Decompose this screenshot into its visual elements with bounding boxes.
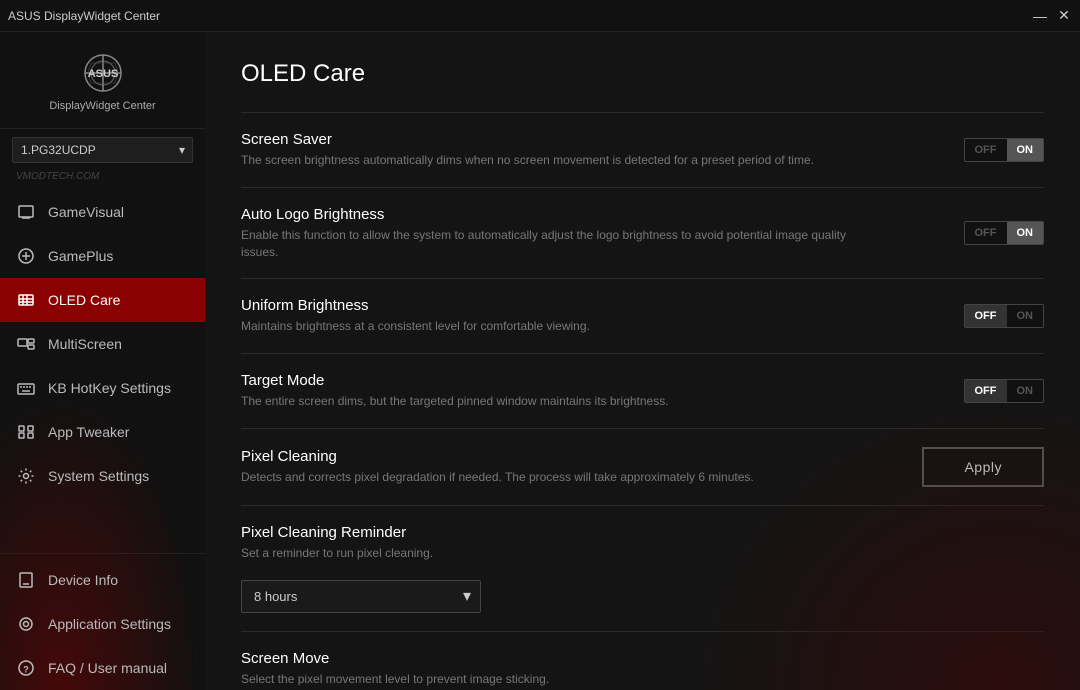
auto-logo-off[interactable]: OFF xyxy=(965,222,1007,244)
gameplus-icon xyxy=(16,246,36,266)
asus-logo: ASUS xyxy=(63,48,143,98)
auto-logo-toggle[interactable]: OFF ON xyxy=(964,221,1045,245)
screen-saver-toggle[interactable]: OFF ON xyxy=(964,138,1045,162)
nav-items: GameVisual GamePlus xyxy=(0,190,205,549)
pixel-cleaning-row: Pixel Cleaning Detects and corrects pixe… xyxy=(241,428,1044,505)
close-button[interactable]: ✕ xyxy=(1056,8,1072,24)
titlebar: ASUS DisplayWidget Center — ✕ xyxy=(0,0,1080,32)
auto-logo-label: Auto Logo Brightness xyxy=(241,206,883,223)
sidebar-label-oledcare: OLED Care xyxy=(48,292,120,308)
sidebar-label-systemsettings: System Settings xyxy=(48,468,149,484)
target-mode-on[interactable]: ON xyxy=(1007,380,1044,402)
screen-saver-label: Screen Saver xyxy=(241,131,883,148)
pixel-cleaning-desc: Detects and corrects pixel degradation i… xyxy=(241,469,883,486)
uniform-brightness-off[interactable]: OFF xyxy=(965,305,1007,327)
multiscreen-icon xyxy=(16,334,36,354)
auto-logo-info: Auto Logo Brightness Enable this functio… xyxy=(241,206,883,261)
oledcare-icon xyxy=(16,290,36,310)
apptweaker-icon xyxy=(16,422,36,442)
sidebar-item-oledcare[interactable]: OLED Care xyxy=(0,278,205,322)
sidebar-item-gameplus[interactable]: GamePlus xyxy=(0,234,205,278)
svg-text:?: ? xyxy=(23,665,29,675)
screen-saver-row: Screen Saver The screen brightness autom… xyxy=(241,112,1044,187)
faq-icon: ? xyxy=(16,658,36,678)
pixel-cleaning-reminder-dropdown-wrap[interactable]: 8 hours 4 hours 12 hours 24 hours Off xyxy=(241,580,481,613)
app-body: ASUS DisplayWidget Center 1.PG32UCDP VMO… xyxy=(0,32,1080,690)
sidebar-label-multiscreen: MultiScreen xyxy=(48,336,122,352)
pixel-cleaning-label: Pixel Cleaning xyxy=(241,448,883,465)
pixel-cleaning-reminder-label: Pixel Cleaning Reminder xyxy=(241,524,1044,541)
sidebar-item-appsettings[interactable]: Application Settings xyxy=(0,602,205,646)
sidebar-item-multiscreen[interactable]: MultiScreen xyxy=(0,322,205,366)
pixel-cleaning-reminder-select[interactable]: 8 hours 4 hours 12 hours 24 hours Off xyxy=(241,580,481,613)
screen-saver-info: Screen Saver The screen brightness autom… xyxy=(241,131,883,169)
pixel-cleaning-reminder-desc: Set a reminder to run pixel cleaning. xyxy=(241,545,1044,562)
screen-move-desc: Select the pixel movement level to preve… xyxy=(241,671,1044,688)
target-mode-label: Target Mode xyxy=(241,372,883,389)
appsettings-icon xyxy=(16,614,36,634)
auto-logo-on[interactable]: ON xyxy=(1007,222,1044,244)
sidebar-label-deviceinfo: Device Info xyxy=(48,572,118,588)
window-controls: — ✕ xyxy=(1032,8,1072,24)
sidebar-label-appsettings: Application Settings xyxy=(48,616,171,632)
uniform-brightness-label: Uniform Brightness xyxy=(241,297,883,314)
auto-logo-row: Auto Logo Brightness Enable this functio… xyxy=(241,187,1044,279)
screen-saver-desc: The screen brightness automatically dims… xyxy=(241,152,883,169)
sidebar-label-kbhotkey: KB HotKey Settings xyxy=(48,380,171,396)
sidebar-bottom: Device Info Application Settings ? xyxy=(0,558,205,690)
auto-logo-desc: Enable this function to allow the system… xyxy=(241,227,883,261)
sidebar-label-faq: FAQ / User manual xyxy=(48,660,167,676)
device-icon xyxy=(16,570,36,590)
sidebar-item-gamevisual[interactable]: GameVisual xyxy=(0,190,205,234)
sidebar-label-gamevisual: GameVisual xyxy=(48,204,124,220)
screen-move-label: Screen Move xyxy=(241,650,1044,667)
sidebar-label-apptweaker: App Tweaker xyxy=(48,424,129,440)
page-title: OLED Care xyxy=(241,60,1044,88)
sidebar-logo-area: ASUS DisplayWidget Center xyxy=(0,32,205,129)
pixel-cleaning-apply-button[interactable]: Apply xyxy=(922,447,1044,487)
target-mode-off[interactable]: OFF xyxy=(965,380,1007,402)
screen-saver-on[interactable]: ON xyxy=(1007,139,1044,161)
target-mode-info: Target Mode The entire screen dims, but … xyxy=(241,372,883,410)
app-title: ASUS DisplayWidget Center xyxy=(8,9,160,23)
minimize-button[interactable]: — xyxy=(1032,8,1048,24)
pixel-cleaning-reminder-row: Pixel Cleaning Reminder Set a reminder t… xyxy=(241,505,1044,631)
watermark: VMODTECH.COM xyxy=(0,171,205,190)
sidebar-item-kbhotkey[interactable]: KB HotKey Settings xyxy=(0,366,205,410)
content-area: OLED Care Screen Saver The screen bright… xyxy=(205,32,1080,690)
keyboard-icon xyxy=(16,378,36,398)
sidebar-subtitle: DisplayWidget Center xyxy=(49,100,155,112)
target-mode-desc: The entire screen dims, but the targeted… xyxy=(241,393,883,410)
sidebar-item-faq[interactable]: ? FAQ / User manual xyxy=(0,646,205,690)
settings-icon xyxy=(16,466,36,486)
sidebar-divider xyxy=(0,553,205,554)
uniform-brightness-toggle[interactable]: OFF ON xyxy=(964,304,1045,328)
sidebar-item-apptweaker[interactable]: App Tweaker xyxy=(0,410,205,454)
sidebar: ASUS DisplayWidget Center 1.PG32UCDP VMO… xyxy=(0,32,205,690)
target-mode-row: Target Mode The entire screen dims, but … xyxy=(241,353,1044,428)
device-selector[interactable]: 1.PG32UCDP xyxy=(12,137,193,163)
target-mode-toggle[interactable]: OFF ON xyxy=(964,379,1045,403)
device-selector-wrap[interactable]: 1.PG32UCDP xyxy=(12,137,193,163)
sidebar-label-gameplus: GamePlus xyxy=(48,248,113,264)
uniform-brightness-on[interactable]: ON xyxy=(1007,305,1044,327)
screen-saver-off[interactable]: OFF xyxy=(965,139,1007,161)
uniform-brightness-info: Uniform Brightness Maintains brightness … xyxy=(241,297,883,335)
uniform-brightness-desc: Maintains brightness at a consistent lev… xyxy=(241,318,883,335)
sidebar-item-systemsettings[interactable]: System Settings xyxy=(0,454,205,498)
sidebar-item-deviceinfo[interactable]: Device Info xyxy=(0,558,205,602)
uniform-brightness-row: Uniform Brightness Maintains brightness … xyxy=(241,278,1044,353)
pixel-cleaning-info: Pixel Cleaning Detects and corrects pixe… xyxy=(241,448,883,486)
gamevisual-icon xyxy=(16,202,36,222)
screen-move-row: Screen Move Select the pixel movement le… xyxy=(241,631,1044,690)
svg-text:ASUS: ASUS xyxy=(87,68,118,80)
